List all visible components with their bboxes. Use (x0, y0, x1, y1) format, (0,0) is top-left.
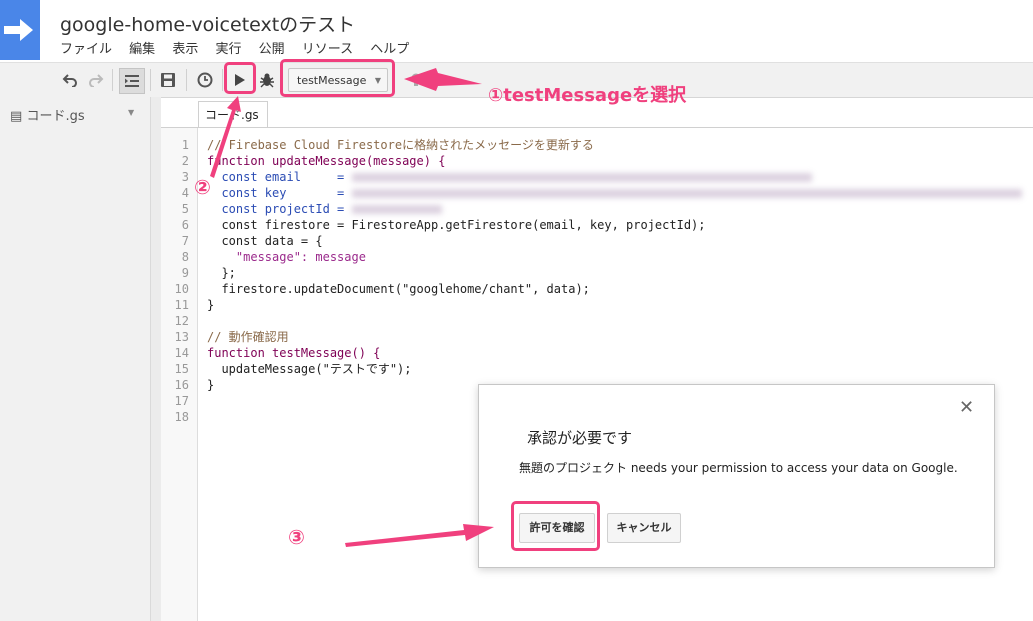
step2-annotation: ② (194, 175, 211, 199)
arrow-to-run-button (210, 96, 241, 178)
arrow-to-function-select (404, 68, 482, 91)
step3-annotation: ③ (288, 525, 305, 549)
arrow-to-allow-button (345, 524, 494, 547)
step1-annotation: ①testMessageを選択 (488, 85, 687, 106)
